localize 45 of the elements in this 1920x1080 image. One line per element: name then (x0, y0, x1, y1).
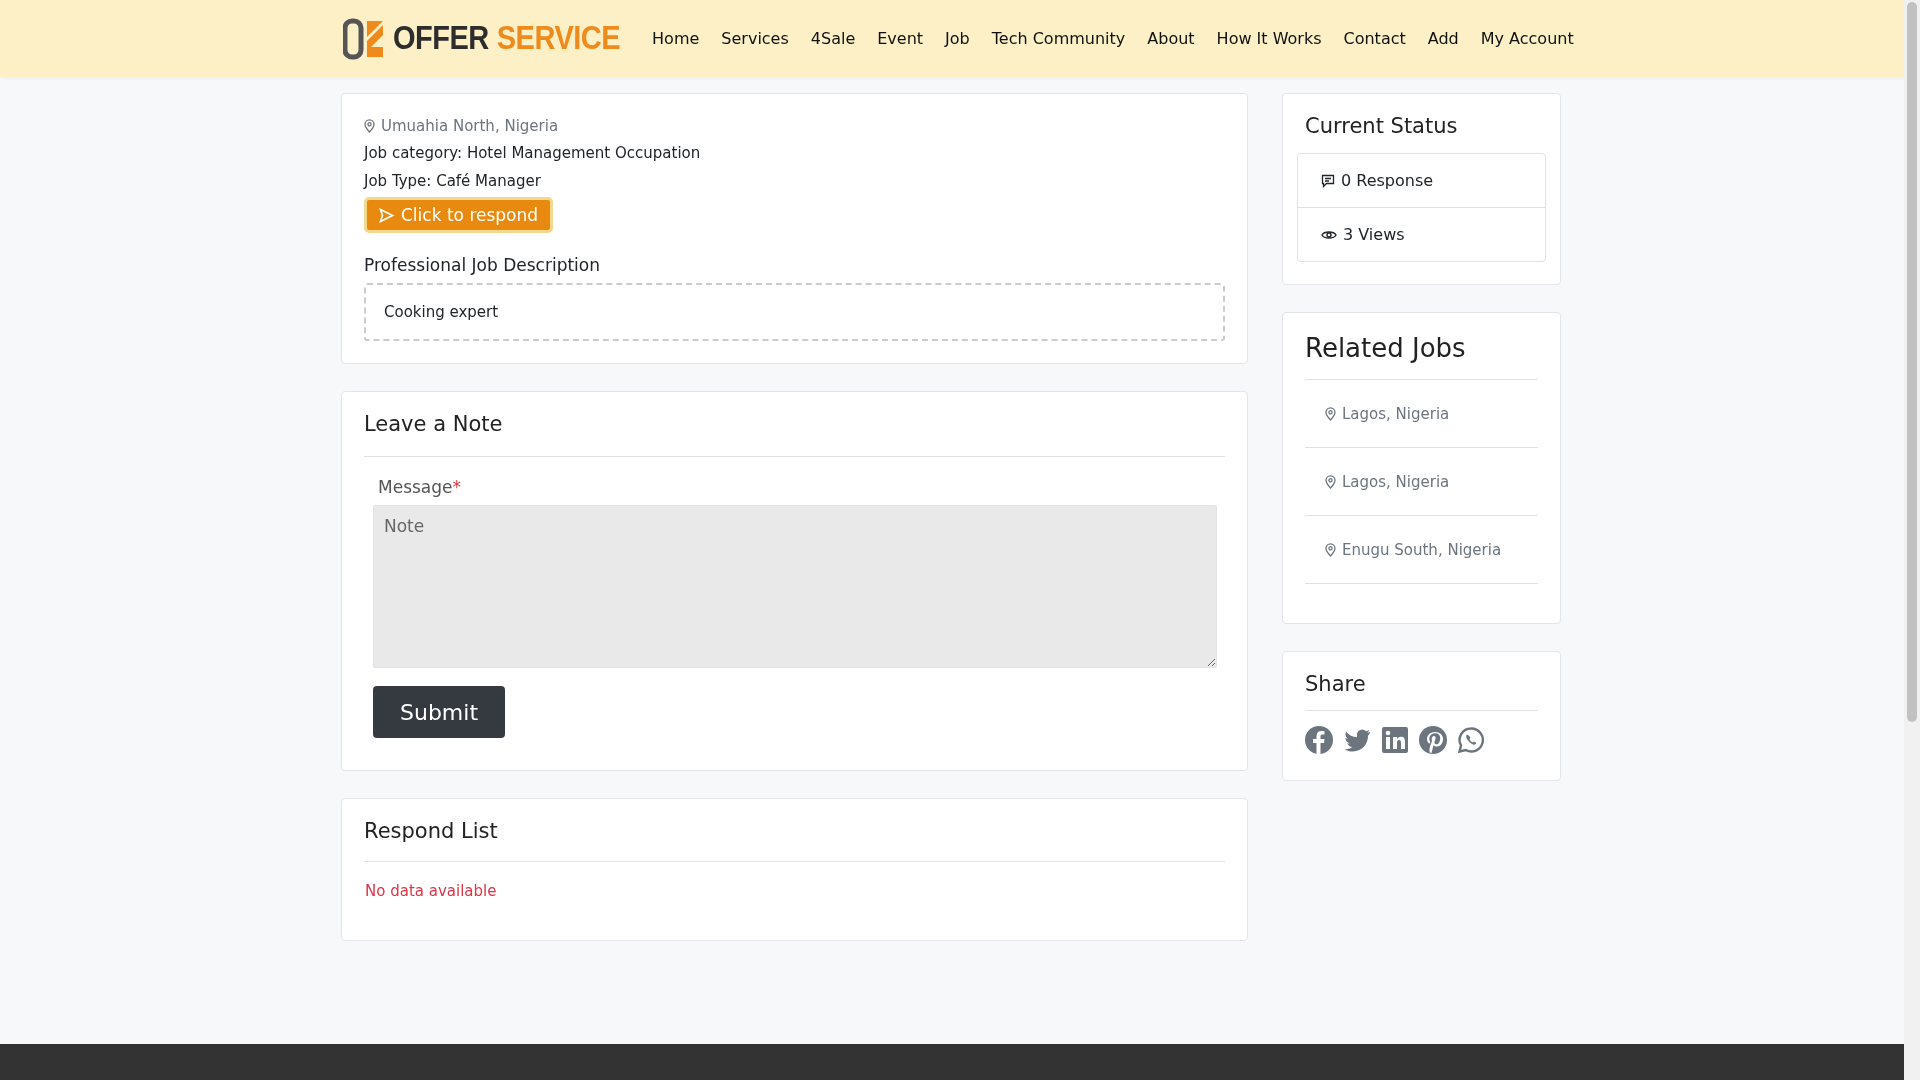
section-heading: Share (1305, 672, 1367, 696)
nav-link[interactable]: My Account (1480, 29, 1574, 48)
section-heading: Respond List (364, 819, 499, 843)
eye-icon (1321, 228, 1337, 241)
location-pin-icon (1325, 406, 1336, 421)
related-job-link[interactable]: Enugu South, Nigeria (1342, 540, 1502, 559)
nav-link[interactable]: Tech Community (991, 29, 1126, 48)
nav-link[interactable]: How It Works (1216, 29, 1322, 48)
section-heading: Leave a Note (364, 412, 504, 436)
location-pin-icon (1325, 542, 1336, 557)
status-text: 3 Views (1343, 225, 1405, 244)
scrollbar[interactable] (1904, 0, 1920, 1080)
field-label: Message* (378, 477, 462, 497)
nav-link[interactable]: Add (1427, 29, 1459, 48)
related-job-link[interactable]: Lagos, Nigeria (1342, 404, 1450, 423)
nav-link[interactable]: Event (877, 29, 924, 48)
job-category: Job category: Hotel Management Occupation (364, 143, 702, 164)
facebook-icon[interactable] (1305, 726, 1333, 754)
send-icon (379, 207, 394, 223)
job-location: Umuahia North, Nigeria (381, 117, 559, 135)
section-heading: Current Status (1305, 114, 1459, 138)
whatsapp-icon[interactable] (1457, 726, 1485, 754)
job-type: Job Type: Café Manager (364, 171, 542, 192)
empty-message: No data available (365, 882, 498, 900)
nav-link[interactable]: About (1147, 29, 1195, 48)
message-field[interactable]: Note (373, 505, 1217, 668)
pinterest-icon[interactable] (1419, 726, 1447, 754)
location-pin-icon (1325, 474, 1336, 489)
nav-link[interactable]: Home (652, 29, 700, 48)
section-heading: Related Jobs (1305, 333, 1467, 363)
location-pin-icon (364, 119, 375, 133)
nav-link[interactable]: Contact (1343, 29, 1406, 48)
description-box: Cooking expert (364, 283, 1225, 341)
status-text: 0 Response (1341, 171, 1434, 190)
nav-link[interactable]: 4Sale (810, 29, 856, 48)
linkedin-icon[interactable] (1381, 726, 1409, 754)
description-heading: Professional Job Description (364, 255, 601, 275)
nav-link[interactable]: Job (945, 29, 970, 48)
logo-text: OFFER (393, 19, 489, 58)
nav-link[interactable]: Services (721, 29, 789, 48)
comment-icon (1321, 173, 1335, 188)
logo-text: SERVICE (496, 19, 621, 58)
related-job-link[interactable]: Lagos, Nigeria (1342, 472, 1450, 491)
submit-button[interactable]: Submit (373, 686, 505, 738)
twitter-icon[interactable] (1343, 726, 1371, 754)
